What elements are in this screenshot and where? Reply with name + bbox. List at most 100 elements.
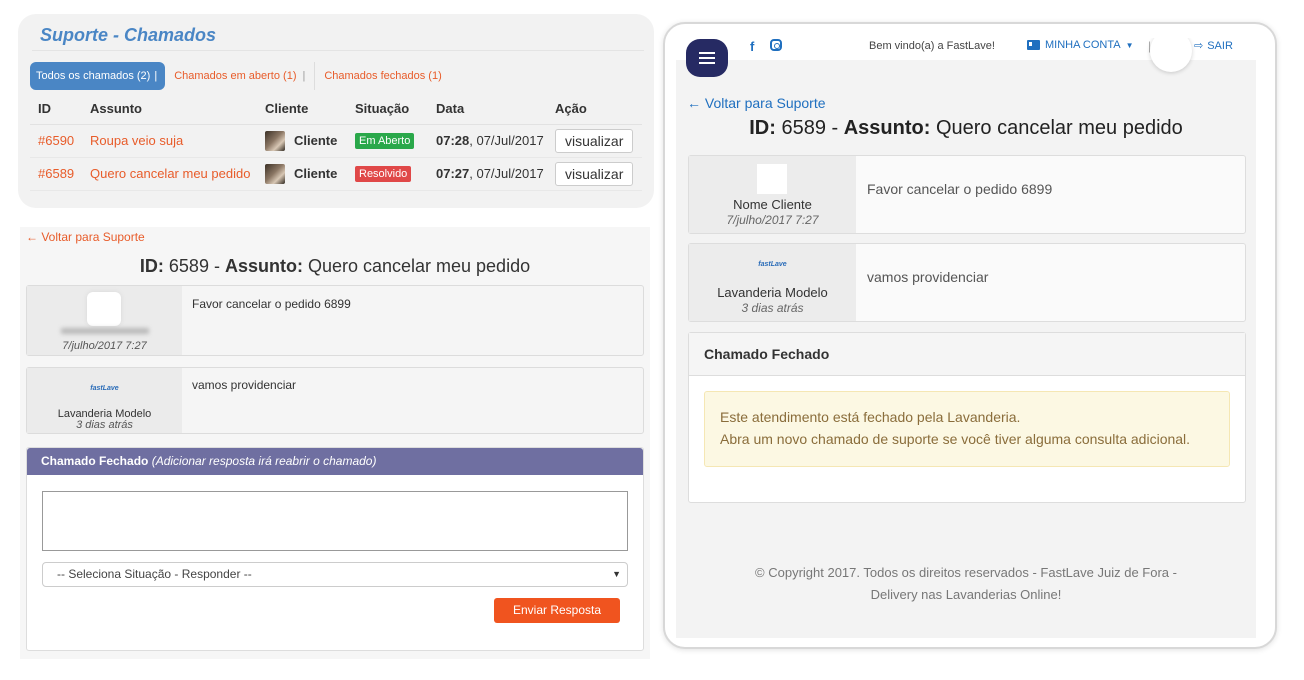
view-button[interactable]: visualizar bbox=[555, 128, 634, 153]
message-author-panel: Nome Cliente 7/julho/2017 7:27 bbox=[689, 156, 856, 233]
reply-textarea[interactable] bbox=[42, 491, 628, 551]
table-row: #6590 Roupa veio suja Cliente Em Aberto … bbox=[30, 124, 642, 158]
ticket-id-link[interactable]: #6590 bbox=[38, 133, 74, 148]
message-card: fastLave Lavanderia Modelo 3 dias atrás … bbox=[688, 243, 1246, 322]
fastlave-logo: fastLave bbox=[758, 261, 787, 268]
message-author: Lavanderia Modelo bbox=[717, 285, 828, 300]
avatar[interactable] bbox=[1150, 38, 1192, 72]
mobile-screen: f Bem vindo(a) a FastLave! MINHA CONTA ▼… bbox=[676, 38, 1256, 638]
back-to-support-link[interactable]: ← Voltar para Suporte bbox=[687, 95, 826, 111]
client-avatar bbox=[265, 130, 285, 151]
support-tickets-panel: Suporte - Chamados Todos os chamados (2)… bbox=[18, 14, 654, 208]
ticket-id-link[interactable]: #6589 bbox=[38, 166, 74, 181]
closed-ticket-panel: Chamado Fechado Este atendimento está fe… bbox=[688, 332, 1246, 503]
message-card: fastLave Lavanderia Modelo 3 dias atrás … bbox=[26, 367, 644, 434]
id-value: 6589 - bbox=[163, 256, 225, 276]
ticket-subject-link[interactable]: Roupa veio suja bbox=[90, 133, 183, 148]
subject-value: Quero cancelar meu pedido bbox=[930, 117, 1183, 139]
subject-label: Assunto: bbox=[843, 117, 931, 139]
id-value: 6589 - bbox=[775, 117, 844, 139]
page-title: Suporte - Chamados bbox=[40, 25, 217, 45]
message-date: 3 dias atrás bbox=[76, 419, 133, 431]
reply-form-title: Chamado Fechado bbox=[41, 454, 149, 468]
id-label: ID: bbox=[749, 117, 776, 139]
footer-line-2: Delivery nas Lavanderias Online! bbox=[870, 587, 1062, 602]
message-author-panel: fastLave Lavanderia Modelo 3 dias atrás bbox=[27, 368, 182, 433]
reply-form: Chamado Fechado (Adicionar resposta irá … bbox=[26, 447, 644, 651]
send-reply-button[interactable]: Enviar Resposta bbox=[494, 598, 620, 623]
column-header-status: Situação bbox=[347, 94, 428, 125]
message-date: 7/julho/2017 7:27 bbox=[726, 213, 819, 227]
message-date: 7/julho/2017 7:27 bbox=[62, 340, 147, 352]
tab-open-tickets[interactable]: Chamados em aberto (1) bbox=[165, 62, 314, 90]
table-row: #6589 Quero cancelar meu pedido Cliente … bbox=[30, 157, 642, 191]
column-header-action: Ação bbox=[547, 94, 642, 125]
reply-form-header: Chamado Fechado (Adicionar resposta irá … bbox=[27, 448, 643, 475]
closed-ticket-alert: Este atendimento está fechado pela Lavan… bbox=[704, 391, 1230, 467]
footer: © Copyright 2017. Todos os direitos rese… bbox=[676, 562, 1256, 606]
exit-icon: ⇨ bbox=[1194, 40, 1204, 52]
id-label: ID: bbox=[139, 256, 164, 276]
status-select[interactable]: -- Seleciona Situação - Responder -- ▼ bbox=[42, 562, 628, 587]
closed-ticket-title: Chamado Fechado bbox=[689, 333, 1245, 376]
menu-icon[interactable] bbox=[686, 39, 728, 77]
status-badge: Em Aberto bbox=[355, 133, 415, 149]
ticket-subject-link[interactable]: Quero cancelar meu pedido bbox=[90, 166, 250, 181]
message-text: vamos providenciar bbox=[867, 269, 989, 285]
logout-button[interactable]: ⇨ SAIR bbox=[1194, 39, 1233, 53]
column-header-subject: Assunto bbox=[82, 94, 257, 125]
subject-value: Quero cancelar meu pedido bbox=[302, 256, 531, 276]
message-author-panel: 7/julho/2017 7:27 bbox=[27, 286, 182, 355]
message-text: Favor cancelar o pedido 6899 bbox=[867, 181, 1053, 197]
tickets-table: ID Assunto Cliente Situação Data Ação #6… bbox=[30, 94, 642, 191]
account-card-icon bbox=[1027, 40, 1040, 50]
message-card: 7/julho/2017 7:27 Favor cancelar o pedid… bbox=[26, 285, 644, 356]
client-name: Cliente bbox=[294, 166, 338, 181]
client-name: Cliente bbox=[294, 133, 338, 148]
welcome-text: Bem vindo(a) a FastLave! bbox=[869, 40, 995, 52]
instagram-icon[interactable] bbox=[770, 39, 782, 51]
mobile-device-frame: f Bem vindo(a) a FastLave! MINHA CONTA ▼… bbox=[663, 22, 1277, 649]
client-name-redacted bbox=[61, 328, 149, 334]
message-date: 3 dias atrás bbox=[741, 301, 804, 315]
back-to-support-link[interactable]: ← Voltar para Suporte bbox=[26, 230, 145, 244]
chevron-down-icon: ▼ bbox=[612, 569, 621, 579]
column-header-client: Cliente bbox=[257, 94, 347, 125]
alert-line-1: Este atendimento está fechado pela Lavan… bbox=[720, 409, 1021, 425]
chevron-down-icon: ▼ bbox=[1125, 40, 1134, 50]
column-header-date: Data bbox=[428, 94, 547, 125]
message-text: Favor cancelar o pedido 6899 bbox=[192, 297, 351, 311]
client-avatar bbox=[757, 164, 787, 194]
logout-label: SAIR bbox=[1207, 39, 1233, 52]
message-author-panel: fastLave Lavanderia Modelo 3 dias atrás bbox=[689, 244, 856, 321]
view-button[interactable]: visualizar bbox=[555, 161, 634, 186]
reply-form-subtitle: (Adicionar resposta irá reabrir o chamad… bbox=[151, 454, 377, 468]
ticket-date: , 07/Jul/2017 bbox=[469, 166, 544, 181]
ticket-filter-tabs: Todos os chamados (2) Chamados em aberto… bbox=[30, 62, 451, 90]
tab-all-tickets[interactable]: Todos os chamados (2) bbox=[30, 62, 166, 90]
divider bbox=[32, 50, 644, 51]
message-text: vamos providenciar bbox=[192, 378, 297, 392]
footer-line-1: © Copyright 2017. Todos os direitos rese… bbox=[755, 565, 1177, 580]
client-avatar bbox=[87, 292, 121, 326]
facebook-icon[interactable]: f bbox=[750, 39, 754, 54]
message-author: Nome Cliente bbox=[733, 197, 812, 212]
my-account-label: MINHA CONTA bbox=[1045, 39, 1121, 51]
subject-label: Assunto: bbox=[224, 256, 303, 276]
alert-line-2: Abra um novo chamado de suporte se você … bbox=[720, 431, 1191, 447]
ticket-date: , 07/Jul/2017 bbox=[469, 133, 544, 148]
status-select-value: -- Seleciona Situação - Responder -- bbox=[57, 567, 252, 581]
fastlave-logo: fastLave bbox=[90, 385, 119, 392]
ticket-time: 07:27 bbox=[436, 166, 470, 181]
ticket-heading: ID: 6589 - Assunto: Quero cancelar meu p… bbox=[676, 117, 1256, 140]
ticket-heading: ID: 6589 - Assunto: Quero cancelar meu p… bbox=[20, 256, 650, 277]
message-card: Nome Cliente 7/julho/2017 7:27 Favor can… bbox=[688, 155, 1246, 234]
column-header-id: ID bbox=[30, 94, 82, 125]
ticket-time: 07:28 bbox=[436, 133, 470, 148]
my-account-menu[interactable]: MINHA CONTA ▼ bbox=[1027, 39, 1134, 51]
tab-closed-tickets[interactable]: Chamados fechados (1) bbox=[314, 62, 450, 90]
table-header-row: ID Assunto Cliente Situação Data Ação bbox=[30, 94, 642, 125]
client-avatar bbox=[265, 163, 285, 184]
status-badge: Resolvido bbox=[355, 166, 412, 182]
ticket-detail-panel: ← Voltar para Suporte ID: 6589 - Assunto… bbox=[20, 227, 650, 659]
